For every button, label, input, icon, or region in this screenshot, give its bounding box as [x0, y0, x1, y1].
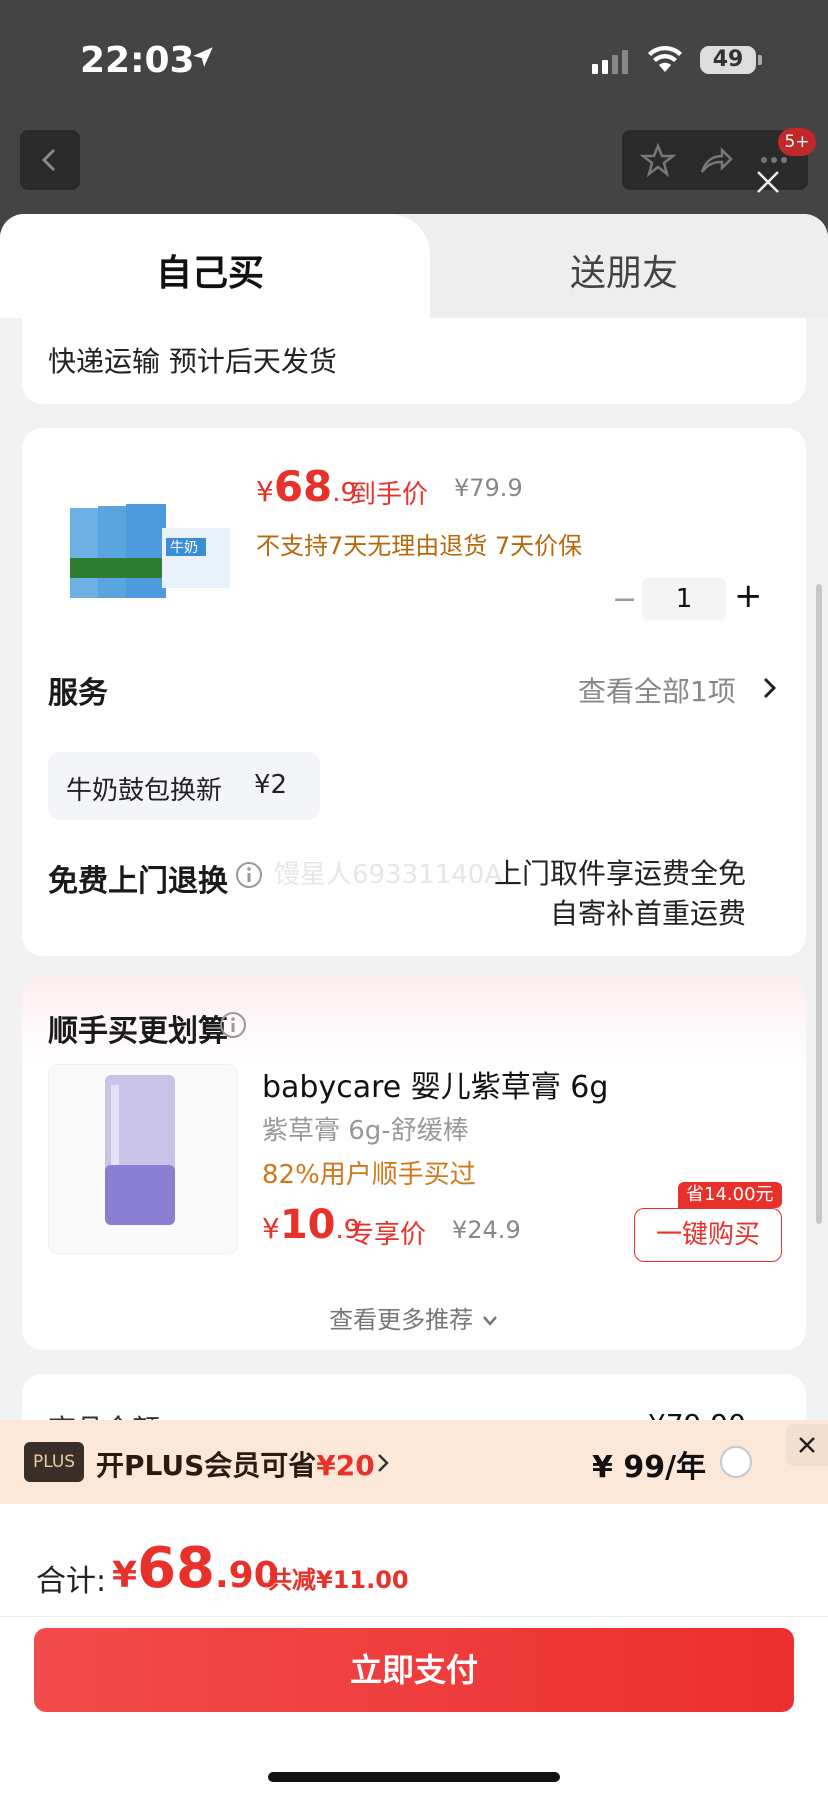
service-option-bulge-replace[interactable]: 牛奶鼓包换新 ¥2 [48, 752, 320, 820]
recommended-product-image[interactable] [48, 1064, 238, 1254]
battery-indicator: 49 [700, 46, 756, 74]
info-icon[interactable] [218, 1010, 248, 1040]
cellular-signal-icon [592, 50, 628, 74]
plus-price: ¥ 99/年 [592, 1450, 707, 1485]
plus-offer-text: 开PLUS会员可省¥20 [96, 1444, 375, 1484]
total-price: ¥68.90 [112, 1536, 279, 1601]
free-return-title: 免费上门退换 [48, 864, 228, 899]
battery-tip [758, 55, 762, 65]
purchase-tabs: 自己买 送朋友 [0, 214, 828, 318]
chevron-left-icon [41, 148, 56, 172]
recommended-original-price: ¥24.9 [452, 1216, 521, 1244]
free-return-pickup: 上门取件享运费全免 [493, 857, 746, 890]
plus-close-button[interactable] [786, 1424, 828, 1466]
price-integer: 68 [273, 462, 333, 511]
save-amount-badge: 省14.00元 [678, 1182, 782, 1208]
star-icon[interactable] [640, 142, 676, 178]
shipping-card: 快递运输 预计后天发货 [22, 318, 806, 404]
chevron-right-icon [378, 1454, 389, 1472]
close-icon[interactable] [752, 166, 784, 198]
milk-product-image: 牛奶 [62, 504, 232, 598]
balm-stick-image [105, 1075, 175, 1225]
plus-offer-prefix: 开PLUS会员可省 [96, 1449, 317, 1482]
price-currency: ¥ [256, 475, 274, 508]
tab-self-buy[interactable]: 自己买 [156, 244, 264, 296]
back-button[interactable] [20, 130, 80, 190]
return-policy: 不支持7天无理由退货 7天价保 [256, 532, 583, 560]
plus-save-amount: ¥20 [316, 1449, 375, 1482]
final-price-tag: 到手价 [350, 480, 429, 510]
free-return-self-send: 自寄补首重运费 [549, 897, 746, 930]
total-discount: 共减¥11.00 [268, 1566, 409, 1594]
more-recommendations-label: 查看更多推荐 [329, 1306, 474, 1334]
info-icon[interactable] [234, 860, 264, 890]
recommended-product-spec: 紫草膏 6g-舒缓棒 [262, 1116, 469, 1146]
share-icon[interactable] [698, 142, 734, 178]
service-option-price: ¥2 [254, 770, 288, 800]
close-icon [799, 1437, 815, 1453]
quantity-increase-button[interactable]: + [734, 576, 763, 616]
total-currency: ¥ [112, 1555, 138, 1596]
original-price: ¥79.9 [454, 474, 523, 502]
recommended-product-name[interactable]: babycare 婴儿紫草膏 6g [262, 1062, 608, 1106]
total-integer: 68 [137, 1536, 215, 1601]
service-option-name: 牛奶鼓包换新 [66, 776, 223, 806]
price-integer: 10 [279, 1202, 336, 1248]
plus-membership-bar[interactable]: PLUS 开PLUS会员可省¥20 ¥ 99/年 [0, 1420, 828, 1504]
view-all-services-link[interactable]: 查看全部1项 [578, 670, 736, 710]
quantity-input[interactable]: 1 [642, 578, 726, 620]
product-card: 牛奶 ¥68.9 到手价 ¥79.9 不支持7天无理由退货 7天价保 − 1 +… [22, 428, 806, 956]
scrollbar[interactable] [816, 584, 822, 1224]
recommendation-card: 顺手买更划算 babycare 婴儿紫草膏 6g 紫草膏 6g-舒缓棒 82%用… [22, 976, 806, 1350]
location-arrow-icon [193, 47, 213, 67]
recommendation-title: 顺手买更划算 [48, 1014, 228, 1049]
watermark-text: 馒星人69331140A [274, 860, 503, 890]
more-recommendations-link[interactable]: 查看更多推荐 [22, 1300, 806, 1335]
status-time: 22:03 [80, 40, 195, 81]
chevron-right-icon[interactable] [760, 676, 780, 700]
chevron-down-icon [482, 1316, 497, 1326]
wifi-icon [648, 46, 682, 72]
plus-select-radio[interactable] [720, 1446, 752, 1478]
message-badge: 5+ [778, 128, 816, 156]
svg-text:牛奶: 牛奶 [170, 540, 198, 556]
pay-now-button[interactable]: 立即支付 [34, 1628, 794, 1712]
total-label: 合计: [36, 1564, 107, 1599]
status-bar: 22:03 49 [0, 0, 828, 110]
recommended-product-stat: 82%用户顺手买过 [262, 1160, 476, 1190]
price-currency: ¥ [262, 1212, 280, 1245]
checkout-footer: 合计: ¥68.90 共减¥11.00 立即支付 [0, 1504, 828, 1796]
divider [0, 1616, 828, 1617]
recommended-product-price: ¥10.9 [262, 1202, 360, 1248]
quantity-decrease-button[interactable]: − [612, 582, 637, 617]
tab-gift[interactable]: 送朋友 [570, 244, 678, 296]
service-title: 服务 [48, 676, 108, 711]
one-click-buy-button[interactable]: 一键购买 [634, 1208, 782, 1262]
home-indicator [268, 1772, 560, 1782]
plus-logo: PLUS [24, 1442, 84, 1482]
exclusive-price-tag: 专享价 [348, 1220, 427, 1250]
product-price: ¥68.9 [256, 462, 357, 511]
shipping-info: 快递运输 预计后天发货 [48, 345, 337, 378]
